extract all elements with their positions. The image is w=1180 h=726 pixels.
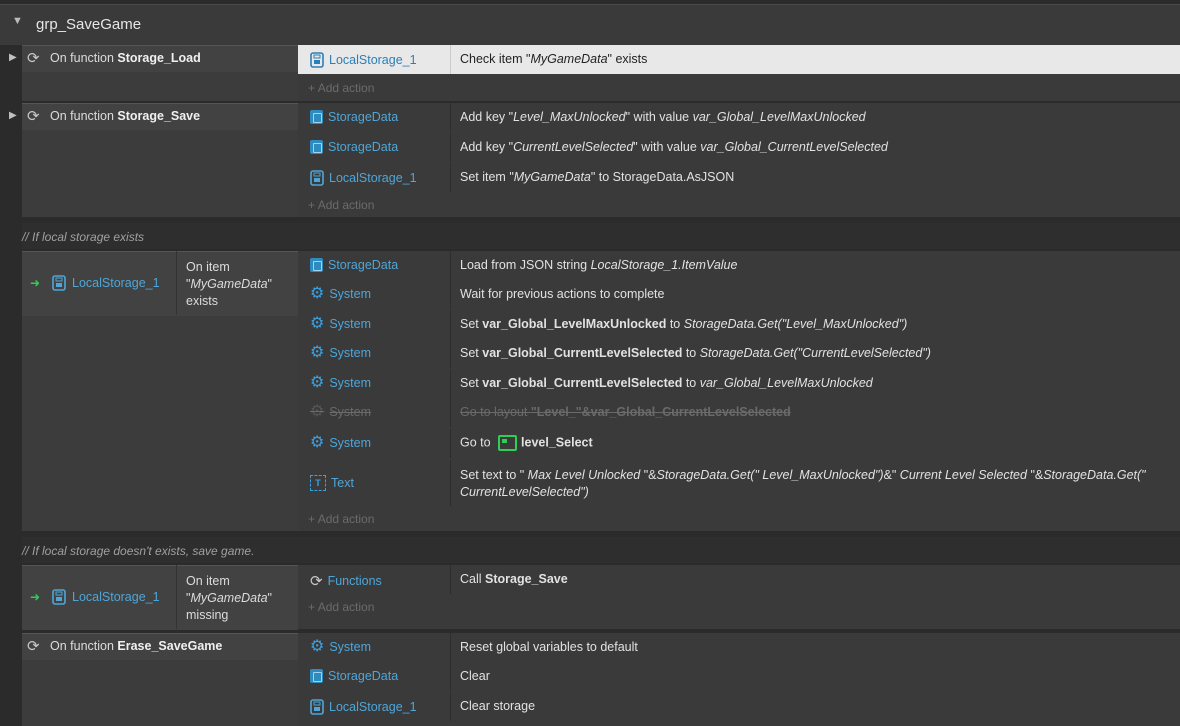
action-row[interactable]: StorageData Load from JSON string LocalS…	[298, 251, 1180, 280]
action-text: Set var_Global_CurrentLevelSelected to v…	[460, 376, 873, 390]
action-object[interactable]: ⚙ System	[310, 638, 371, 655]
action-row[interactable]: ⚙ System Set var_Global_CurrentLevelSelec…	[298, 339, 1180, 368]
action-text: Go to level_Select	[460, 435, 593, 451]
local-storage-icon	[310, 170, 324, 186]
function-cycle-icon: ⟳	[27, 50, 40, 67]
action-object[interactable]: LocalStorage_1	[310, 52, 417, 68]
action-row[interactable]: ⚙ System Go to level_Select	[298, 429, 1180, 458]
action-text: Go to layout "Level_"&var_Global_Current…	[460, 405, 791, 419]
action-text: Clear	[460, 669, 490, 683]
action-text: Set var_Global_CurrentLevelSelected to S…	[460, 346, 931, 360]
condition-text: On item "MyGameData" missing	[186, 574, 272, 622]
gear-icon: ⚙	[310, 285, 325, 302]
action-row[interactable]: ⚙ System Set var_Global_LevelMaxUnlocked …	[298, 310, 1180, 339]
action-object[interactable]: ⚙ System	[310, 285, 371, 302]
dictionary-icon	[310, 258, 323, 272]
gear-icon: ⚙	[310, 638, 325, 655]
dictionary-icon	[310, 140, 323, 154]
action-row[interactable]: T Text Set text to " Max Level Unlocked "…	[298, 460, 1180, 506]
gear-icon: ⚙	[310, 434, 325, 451]
action-object[interactable]: StorageData	[310, 110, 398, 124]
action-text: Check item "MyGameData" exists	[460, 52, 648, 66]
action-object[interactable]: LocalStorage_1	[310, 170, 417, 186]
action-text: Reset global variables to default	[460, 640, 638, 654]
gear-icon: ⚙	[310, 374, 325, 391]
local-storage-icon	[310, 52, 324, 68]
condition-object[interactable]: LocalStorage_1	[52, 275, 160, 291]
action-object[interactable]: ⚙ System	[310, 344, 371, 361]
action-object[interactable]: LocalStorage_1	[310, 699, 417, 715]
action-row[interactable]: LocalStorage_1 Clear storage	[298, 692, 1180, 721]
action-row[interactable]: StorageData Add key "CurrentLevelSelecte…	[298, 133, 1180, 162]
action-text: Set text to " Max Level Unlocked "&Stora…	[460, 468, 1146, 499]
action-text: Set item "MyGameData" to StorageData.AsJ…	[460, 170, 735, 184]
action-row[interactable]: ⟳ Functions Call Storage_Save	[298, 565, 1180, 594]
expand-arrow-icon[interactable]: ▶	[9, 110, 17, 121]
action-object[interactable]: StorageData	[310, 140, 398, 154]
action-object[interactable]: StorageData	[310, 258, 398, 272]
action-object[interactable]: ⚙ System	[310, 374, 371, 391]
text-object-icon: T	[310, 475, 326, 491]
comment-text: // If local storage doesn't exists, save…	[22, 544, 255, 558]
condition-text: On item "MyGameData" exists	[186, 260, 272, 308]
action-row[interactable]: ⚙ System Reset global variables to defaul…	[298, 633, 1180, 662]
expand-arrow-icon[interactable]: ▶	[9, 52, 17, 63]
action-row[interactable]: StorageData Add key "Level_MaxUnlocked" …	[298, 103, 1180, 132]
function-cycle-icon: ⟳	[27, 108, 40, 125]
action-text: Add key "Level_MaxUnlocked" with value v…	[460, 110, 866, 124]
gear-icon: ⚙	[310, 403, 325, 420]
dictionary-icon	[310, 110, 323, 124]
group-title: grp_SaveGame	[36, 16, 142, 33]
action-row-disabled[interactable]: ⚙ System Go to layout "Level_"&var_Global…	[298, 398, 1180, 427]
function-cycle-icon: ⟳	[310, 573, 323, 590]
action-row[interactable]: ⚙ System Set var_Global_CurrentLevelSelec…	[298, 369, 1180, 398]
trigger-arrow-icon: ➜	[30, 276, 41, 290]
condition-text: On function Storage_Save	[50, 109, 201, 123]
collapse-caret-icon[interactable]: ▼	[12, 15, 23, 27]
action-text: Wait for previous actions to complete	[460, 287, 665, 301]
local-storage-icon	[52, 275, 66, 291]
action-text: Add key "CurrentLevelSelected" with valu…	[460, 140, 888, 154]
action-text: Clear storage	[460, 699, 536, 713]
action-object[interactable]: StorageData	[310, 669, 398, 683]
add-action-link[interactable]: + Add action	[308, 512, 374, 526]
group-header[interactable]: ▼ grp_SaveGame	[0, 4, 1180, 45]
condition-text: On function Storage_Load	[50, 51, 201, 65]
layout-icon	[498, 435, 518, 451]
function-cycle-icon: ⟳	[27, 638, 40, 655]
trigger-arrow-icon: ➜	[30, 590, 41, 604]
local-storage-icon	[52, 589, 66, 605]
local-storage-icon	[310, 699, 324, 715]
add-action-link[interactable]: + Add action	[308, 198, 374, 212]
add-action-link[interactable]: + Add action	[308, 81, 374, 95]
action-object[interactable]: T Text	[310, 475, 354, 491]
action-row[interactable]: ⚙ System Wait for previous actions to com…	[298, 280, 1180, 309]
comment-text: // If local storage exists	[22, 230, 145, 244]
action-object[interactable]: ⚙ System	[310, 315, 371, 332]
add-action-link[interactable]: + Add action	[308, 600, 374, 614]
action-row[interactable]: LocalStorage_1 Set item "MyGameData" to …	[298, 163, 1180, 192]
condition-text: On function Erase_SaveGame	[50, 639, 223, 653]
action-row[interactable]: StorageData Clear	[298, 662, 1180, 691]
action-text: Set var_Global_LevelMaxUnlocked to Stora…	[460, 317, 908, 331]
action-text: Load from JSON string LocalStorage_1.Ite…	[460, 258, 738, 272]
action-text: Call Storage_Save	[460, 572, 568, 586]
action-object[interactable]: ⟳ Functions	[310, 572, 382, 590]
dictionary-icon	[310, 669, 323, 683]
action-object[interactable]: ⚙ System	[310, 403, 371, 420]
condition-object[interactable]: LocalStorage_1	[52, 589, 160, 605]
gear-icon: ⚙	[310, 344, 325, 361]
comment-row[interactable]	[22, 223, 1180, 249]
action-row[interactable]: LocalStorage_1 Check item "MyGameData" e…	[298, 45, 1180, 74]
action-object[interactable]: ⚙ System	[310, 434, 371, 451]
gear-icon: ⚙	[310, 315, 325, 332]
